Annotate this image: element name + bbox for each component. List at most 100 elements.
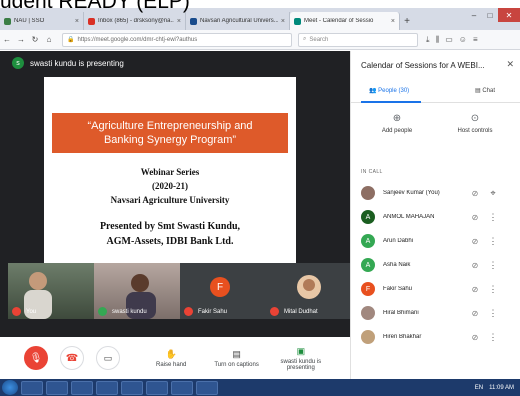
- home-icon[interactable]: ⌂: [42, 35, 56, 44]
- url-bar[interactable]: 🔒 https://meet.google.com/dmr-chtj-ewi?a…: [62, 32, 292, 47]
- taskbar-app[interactable]: [121, 380, 143, 395]
- presenting-text: swasti kundu is presenting: [30, 58, 124, 68]
- tile-swasti-kundu[interactable]: swasti kundu: [94, 263, 180, 319]
- more-options-icon[interactable]: ⋮: [485, 236, 501, 247]
- camera-icon: ▭: [103, 352, 113, 363]
- search-placeholder: Search: [309, 36, 329, 43]
- participant-name: Asha Naik: [383, 262, 411, 268]
- more-options-icon[interactable]: ⋮: [485, 284, 501, 295]
- camera-toggle-button[interactable]: ▭: [96, 346, 120, 370]
- mic-muted-icon[interactable]: ⊘: [465, 237, 485, 246]
- window-close-icon[interactable]: ✕: [498, 8, 520, 22]
- overlay-caption: udent READY (ELP): [0, 0, 190, 13]
- slide-title-banner: “Agriculture Entrepreneurship and Bankin…: [52, 113, 288, 153]
- participant-avatar: [361, 186, 375, 200]
- tile-label: Mital Dudhat: [284, 309, 318, 315]
- close-panel-icon[interactable]: ✕: [506, 59, 514, 70]
- start-button[interactable]: [2, 380, 18, 395]
- clock[interactable]: 11:09 AM: [489, 385, 514, 391]
- maximize-icon[interactable]: □: [482, 8, 498, 22]
- reload-icon[interactable]: ↻: [28, 35, 42, 44]
- active-tab-indicator: [361, 101, 421, 103]
- close-tab-icon[interactable]: ×: [75, 18, 79, 25]
- taskbar-app[interactable]: [46, 380, 68, 395]
- language-indicator[interactable]: EN: [475, 385, 483, 391]
- download-icon[interactable]: ⤓: [426, 35, 430, 45]
- menu-icon[interactable]: ≡: [473, 35, 478, 45]
- participant-row[interactable]: A ANMOL MAHAJAN ⊘ ⋮: [351, 205, 520, 229]
- end-call-button[interactable]: ☎: [60, 346, 84, 370]
- pin-icon[interactable]: ⌖: [485, 188, 501, 199]
- participant-row[interactable]: Hiral Bhimani ⊘ ⋮: [351, 301, 520, 325]
- taskbar-app[interactable]: [171, 380, 193, 395]
- toolbar-icons: ⤓ ⫼ ▭ ☺ ≡: [426, 35, 478, 45]
- taskbar-app[interactable]: [196, 380, 218, 395]
- participant-row[interactable]: A Asha Naik ⊘ ⋮: [351, 253, 520, 277]
- back-icon[interactable]: ←: [0, 35, 14, 44]
- chat-icon: ▤: [475, 88, 481, 94]
- tab-meet[interactable]: Meet - Calendar of Sessio ×: [290, 12, 400, 30]
- mic-muted-icon[interactable]: ⊘: [465, 333, 485, 342]
- tile-avatar: F: [210, 277, 230, 297]
- taskbar-app[interactable]: [146, 380, 168, 395]
- window-controls: – □ ✕: [466, 8, 520, 26]
- panel-tabs: 👥 People (30) ▤ Chat: [351, 81, 520, 103]
- taskbar-app[interactable]: [21, 380, 43, 395]
- tab-navsari[interactable]: Navsari Agricultural Univers... ×: [186, 12, 290, 30]
- hang-up-icon: ☎: [65, 352, 79, 364]
- participant-name: Arun Dabhi: [383, 238, 414, 244]
- presenter-avatar: s: [12, 57, 24, 69]
- host-controls-button[interactable]: ⊙ Host controls: [445, 113, 505, 134]
- participant-row[interactable]: Sanjeev Kumar (You) ⊘ ⌖: [351, 181, 520, 205]
- sidebar-icon[interactable]: ▭: [445, 35, 453, 45]
- search-input[interactable]: ⌕ Search: [298, 32, 418, 47]
- host-controls-label: Host controls: [457, 128, 493, 134]
- taskbar-app[interactable]: [71, 380, 93, 395]
- presenting-label: swasti kundu is presenting: [280, 358, 322, 371]
- close-tab-icon[interactable]: ×: [177, 18, 181, 25]
- mic-off-icon: [270, 307, 279, 316]
- gmail-icon: [88, 17, 95, 25]
- more-options-icon[interactable]: ⋮: [485, 260, 501, 271]
- participant-row[interactable]: F Fakir Sahu ⊘ ⋮: [351, 277, 520, 301]
- tab-chat-label: Chat: [482, 88, 496, 94]
- captions-button[interactable]: ▤ Turn on captions: [214, 349, 258, 368]
- presenting-button[interactable]: ▣ swasti kundu is presenting: [279, 346, 323, 371]
- add-people-button[interactable]: ⊕ Add people: [367, 113, 427, 134]
- account-icon[interactable]: ☺: [459, 35, 467, 45]
- slide-series: Webinar Series: [140, 167, 200, 177]
- close-tab-icon[interactable]: ×: [391, 18, 395, 25]
- present-screen-icon: ▣: [296, 345, 306, 356]
- tile-mital-dudhat[interactable]: Mital Dudhat: [266, 263, 352, 319]
- tile-fakir-sahu[interactable]: F Fakir Sahu: [180, 263, 266, 319]
- participant-avatar: A: [361, 234, 375, 248]
- tab-nau-sso[interactable]: NAU | SSO ×: [0, 12, 84, 30]
- mic-muted-icon[interactable]: ⊘: [465, 189, 485, 198]
- close-tab-icon[interactable]: ×: [281, 18, 285, 25]
- tab-inbox[interactable]: Inbox (865) - drsksony@na... ×: [84, 12, 186, 30]
- presenter-bar: s swasti kundu is presenting: [12, 57, 124, 69]
- participant-row[interactable]: A Arun Dabhi ⊘ ⋮: [351, 229, 520, 253]
- tab-people[interactable]: 👥 People (30): [369, 87, 409, 94]
- more-options-icon[interactable]: ⋮: [485, 332, 501, 343]
- mic-toggle-button[interactable]: 🎙: [24, 346, 48, 370]
- mic-muted-icon[interactable]: ⊘: [465, 309, 485, 318]
- new-tab-button[interactable]: +: [400, 12, 414, 30]
- mic-muted-icon[interactable]: ⊘: [465, 261, 485, 270]
- taskbar-app[interactable]: [96, 380, 118, 395]
- more-options-icon[interactable]: ⋮: [485, 308, 501, 319]
- participant-row[interactable]: Hiren Bhakhar ⊘ ⋮: [351, 325, 520, 349]
- tile-you[interactable]: You: [8, 263, 94, 319]
- mic-muted-icon[interactable]: ⊘: [465, 213, 485, 222]
- raise-hand-button[interactable]: ✋ Raise hand: [156, 349, 186, 368]
- minimize-icon[interactable]: –: [466, 8, 482, 22]
- forward-icon[interactable]: →: [14, 35, 28, 44]
- tab-chat[interactable]: ▤ Chat: [475, 87, 495, 94]
- tab-label: Meet - Calendar of Sessio: [304, 18, 374, 24]
- participant-name: ANMOL MAHAJAN: [383, 214, 435, 220]
- mic-muted-icon[interactable]: ⊘: [465, 285, 485, 294]
- tile-label: Fakir Sahu: [198, 309, 228, 315]
- more-options-icon[interactable]: ⋮: [485, 212, 501, 223]
- meet-stage: s swasti kundu is presenting “Agricultur…: [0, 51, 352, 379]
- library-icon[interactable]: ⫼: [436, 35, 440, 45]
